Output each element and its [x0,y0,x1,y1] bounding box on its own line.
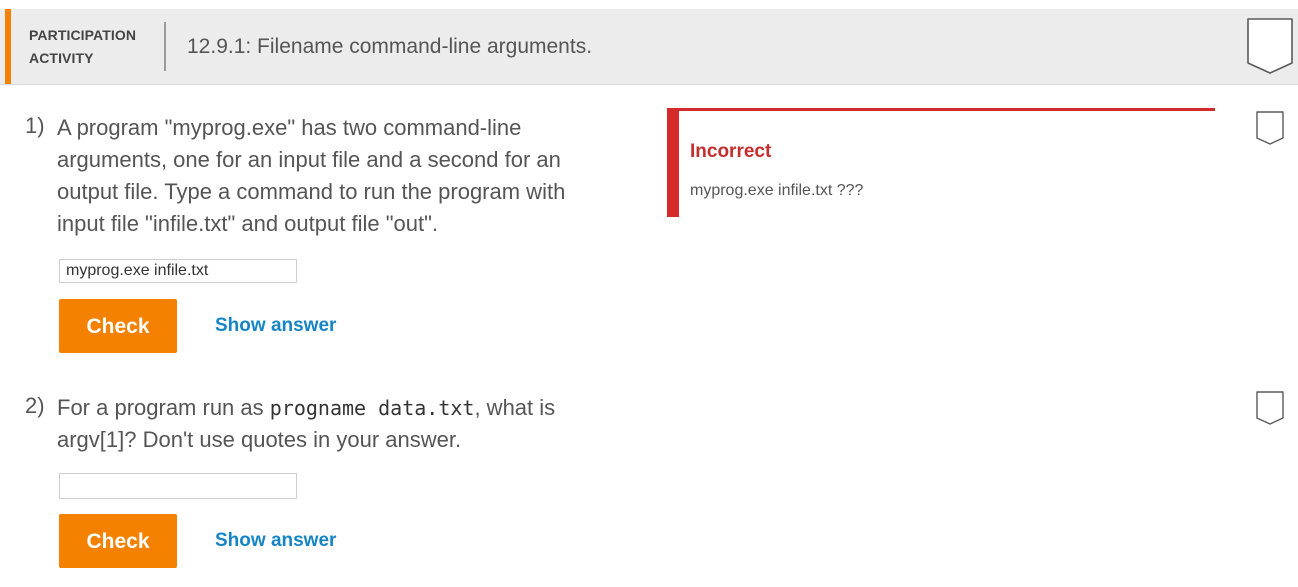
question-1-text: A program "myprog.exe" has two command-l… [57,115,566,236]
question-2-answer-input[interactable] [59,473,297,499]
question-2-show-answer-link[interactable]: Show answer [215,530,336,552]
question-1-show-answer-link[interactable]: Show answer [215,315,336,337]
question-2-number: 2) [25,393,45,418]
completion-shield-icon [1247,18,1293,74]
activity-type-line1: PARTICIPATION [29,27,137,43]
activity-type-label: PARTICIPATION ACTIVITY [29,24,159,70]
activity-header: PARTICIPATION ACTIVITY 12.9.1: Filename … [0,9,1298,85]
activity-type-line2: ACTIVITY [29,50,94,66]
feedback-text: myprog.exe infile.txt ??? [690,182,864,199]
question-1-number: 1) [25,113,45,138]
feedback-title: Incorrect [690,141,772,162]
activity-accent-bar [5,9,11,84]
header-divider [164,22,166,71]
question-1-completion-icon [1256,111,1284,145]
question-1-check-button[interactable]: Check [59,299,177,353]
top-strip [0,0,1298,9]
question-1-feedback: Incorrect myprog.exe infile.txt ??? [667,108,1215,217]
activity-title: 12.9.1: Filename command-line arguments. [187,35,593,58]
question-2-completion-icon [1256,391,1284,425]
question-1-answer-input[interactable] [59,259,297,283]
question-2-text-before: For a program run as [57,395,270,420]
question-2-code: progname data.txt [269,396,475,420]
question-2-check-button[interactable]: Check [59,514,177,568]
question-2-text: For a program run as progname data.txt, … [57,392,627,456]
